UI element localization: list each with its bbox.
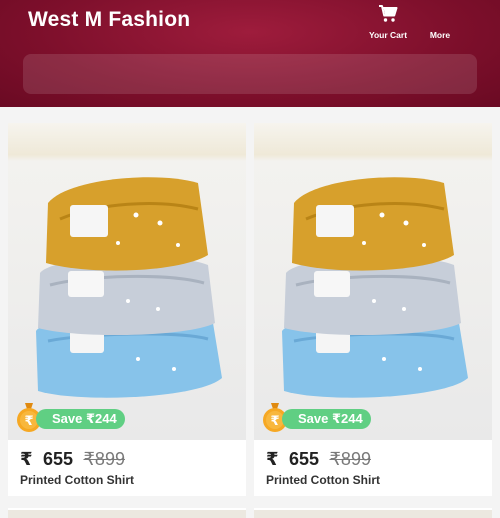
svg-text:₹: ₹ [24,414,33,429]
mrp-value: ₹899 [83,449,125,469]
save-amount: Save ₹244 [282,409,371,429]
product-image[interactable]: ₹ Save ₹244 [8,123,246,440]
cart-icon [363,2,413,26]
product-image-peek [8,510,246,518]
product-image[interactable]: ₹ Save ₹244 [254,123,492,440]
price-value: 655 [42,449,74,469]
save-amount: Save ₹244 [36,409,125,429]
product-card[interactable]: ₹ Save ₹244 ₹ 655 ₹899 Printed Cotton Sh… [8,123,246,496]
product-card-next[interactable] [254,508,492,518]
svg-text:₹: ₹ [270,414,279,429]
app-header: West M Fashion Your Cart More [0,0,500,107]
more-label: More [429,30,451,40]
price-row: ₹ 655 ₹899 [20,449,125,471]
brand-title[interactable]: West M Fashion [28,8,190,32]
price-value: 655 [288,449,320,469]
your-cart-button[interactable]: Your Cart [363,2,413,42]
your-cart-label: Your Cart [368,30,408,40]
price-currency: ₹ [266,449,279,469]
search-input[interactable] [23,54,477,94]
product-image-peek [254,510,492,518]
more-button[interactable]: More [415,2,465,42]
mrp-value: ₹899 [329,449,371,469]
product-card[interactable]: ₹ Save ₹244 ₹ 655 ₹899 Printed Cotton Sh… [254,123,492,496]
product-title[interactable]: Printed Cotton Shirt [266,473,380,487]
price-currency: ₹ [20,449,33,469]
product-card-next[interactable] [8,508,246,518]
more-icon [415,2,465,26]
price-row: ₹ 655 ₹899 [266,449,371,471]
product-title[interactable]: Printed Cotton Shirt [20,473,134,487]
